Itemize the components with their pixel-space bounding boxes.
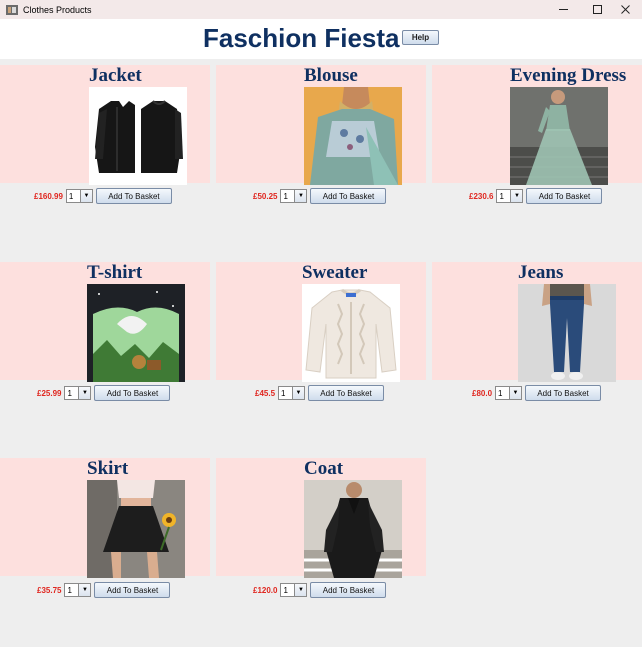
product-card-jacket: Jacket — [0, 65, 210, 185]
quantity-select[interactable]: 1 ▼ — [496, 189, 524, 203]
window-title: Clothes Products — [23, 4, 92, 15]
help-button[interactable]: Help — [402, 30, 439, 45]
add-to-basket-button[interactable]: Add To Basket — [525, 385, 602, 401]
quantity-select[interactable]: 1 ▼ — [64, 583, 92, 597]
maximize-icon — [592, 5, 602, 14]
jacket-image — [89, 87, 187, 185]
product-card-evening-dress: Evening Dress — [432, 65, 642, 185]
purchase-row-jacket: £160.99 1 ▼ Add To Basket — [34, 188, 172, 204]
purchase-row-blouse: £50.25 1 ▼ Add To Basket — [253, 188, 387, 204]
add-to-basket-button[interactable]: Add To Basket — [94, 385, 171, 401]
quantity-select[interactable]: 1 ▼ — [64, 386, 92, 400]
add-to-basket-button[interactable]: Add To Basket — [310, 582, 387, 598]
product-price: £50.25 — [253, 191, 278, 201]
add-to-basket-button[interactable]: Add To Basket — [94, 582, 171, 598]
product-name: Blouse — [304, 65, 358, 86]
coat-image — [304, 480, 402, 578]
quantity-select[interactable]: 1 ▼ — [280, 583, 308, 597]
product-card-sweater: Sweater — [216, 262, 426, 382]
sweater-image — [302, 284, 400, 382]
chevron-down-icon[interactable]: ▼ — [292, 387, 305, 399]
product-name: Jacket — [89, 65, 142, 86]
product-name: Evening Dress — [510, 65, 627, 86]
minimize-button[interactable] — [546, 0, 580, 19]
product-name: T-shirt — [87, 262, 143, 283]
product-name: Sweater — [302, 262, 368, 283]
product-card-skirt: Skirt — [0, 458, 210, 578]
product-card-tshirt: T-shirt — [0, 262, 210, 382]
product-price: £80.0 — [472, 388, 493, 398]
chevron-down-icon[interactable]: ▼ — [78, 387, 91, 399]
purchase-row-jeans: £80.0 1 ▼ Add To Basket — [472, 385, 602, 401]
product-price: £35.75 — [37, 585, 62, 595]
tshirt-image — [87, 284, 185, 382]
product-price: £160.99 — [34, 191, 63, 201]
app-icon — [6, 5, 18, 15]
chevron-down-icon[interactable]: ▼ — [294, 584, 307, 596]
product-price: £230.6 — [469, 191, 494, 201]
quantity-select[interactable]: 1 ▼ — [65, 189, 93, 203]
blouse-image — [304, 87, 402, 185]
purchase-row-coat: £120.0 1 ▼ Add To Basket — [253, 582, 387, 598]
product-price: £25.99 — [37, 388, 62, 398]
close-button[interactable] — [608, 0, 642, 19]
add-to-basket-button[interactable]: Add To Basket — [526, 188, 603, 204]
product-price: £120.0 — [253, 585, 278, 595]
chevron-down-icon[interactable]: ▼ — [79, 190, 92, 202]
purchase-row-tshirt: £25.99 1 ▼ Add To Basket — [37, 385, 171, 401]
product-card-jeans: Jeans — [432, 262, 642, 382]
chevron-down-icon[interactable]: ▼ — [509, 387, 522, 399]
product-price: £45.5 — [255, 388, 276, 398]
quantity-select[interactable]: 1 ▼ — [495, 386, 523, 400]
header: Faschion Fiesta Help — [0, 19, 642, 59]
add-to-basket-button[interactable]: Add To Basket — [95, 188, 172, 204]
purchase-row-sweater: £45.5 1 ▼ Add To Basket — [255, 385, 385, 401]
product-card-coat: Coat — [216, 458, 426, 578]
product-name: Skirt — [87, 458, 129, 479]
quantity-select[interactable]: 1 ▼ — [278, 386, 306, 400]
minimize-icon — [558, 9, 568, 10]
evening-dress-image — [510, 87, 608, 185]
quantity-select[interactable]: 1 ▼ — [280, 189, 308, 203]
jeans-image — [518, 284, 616, 382]
add-to-basket-button[interactable]: Add To Basket — [310, 188, 387, 204]
page-title: Faschion Fiesta — [203, 23, 400, 53]
product-card-blouse: Blouse — [216, 65, 426, 185]
chevron-down-icon[interactable]: ▼ — [294, 190, 307, 202]
purchase-row-evening-dress: £230.6 1 ▼ Add To Basket — [469, 188, 603, 204]
add-to-basket-button[interactable]: Add To Basket — [308, 385, 385, 401]
product-name: Jeans — [518, 262, 564, 283]
chevron-down-icon[interactable]: ▼ — [510, 190, 523, 202]
close-icon — [620, 5, 630, 14]
chevron-down-icon[interactable]: ▼ — [78, 584, 91, 596]
purchase-row-skirt: £35.75 1 ▼ Add To Basket — [37, 582, 171, 598]
skirt-image — [87, 480, 185, 578]
product-name: Coat — [304, 458, 344, 479]
